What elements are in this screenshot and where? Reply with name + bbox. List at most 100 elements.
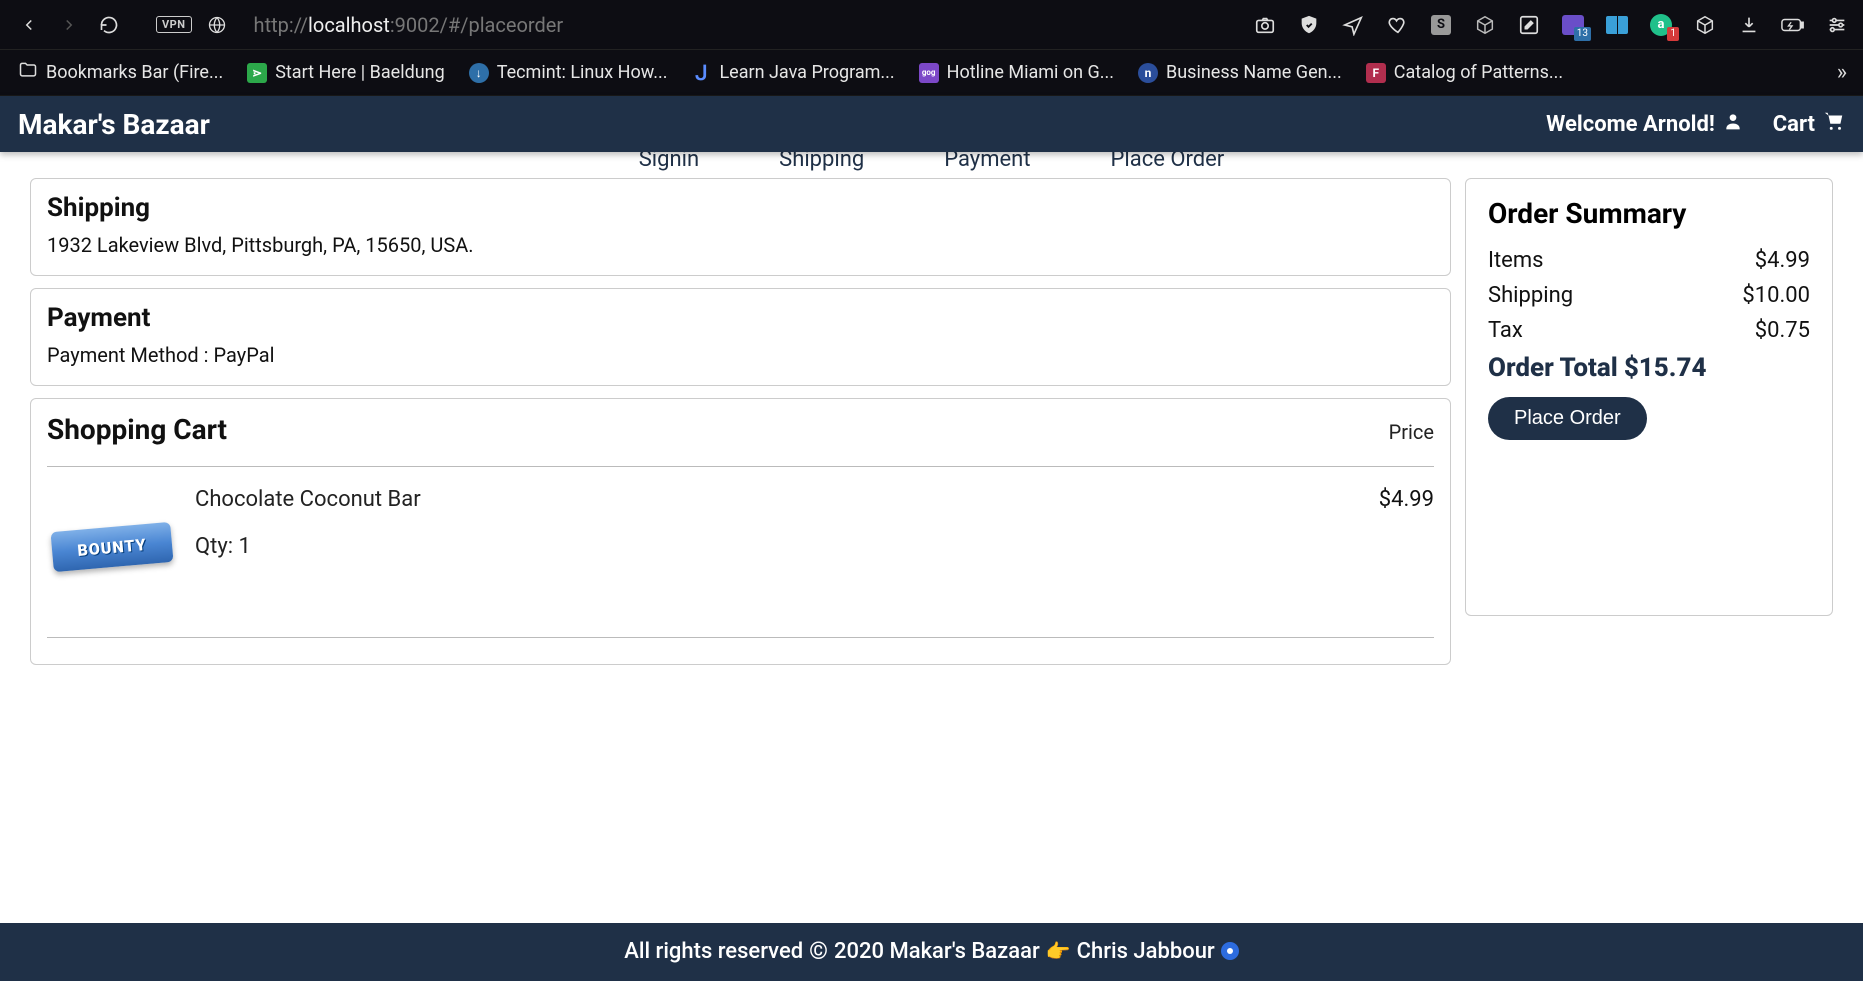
browser-toolbar-right: S 13 a1: [1253, 13, 1849, 37]
browser-address-bar: VPN http://localhost:9002/#/placeorder S…: [0, 0, 1863, 50]
order-summary-card: Order Summary Items $4.99 Shipping $10.0…: [1465, 178, 1833, 616]
favicon-icon: gog: [919, 63, 939, 83]
summary-items-row: Items $4.99: [1488, 248, 1810, 273]
url-path: /#/placeorder: [440, 13, 564, 37]
url-display[interactable]: http://localhost:9002/#/placeorder: [254, 13, 564, 37]
summary-total-row: Order Total $15.74: [1488, 353, 1810, 383]
favicon-icon: ⋗: [247, 63, 267, 83]
payment-method: Payment Method : PayPal: [47, 343, 1434, 367]
book-icon[interactable]: [1605, 13, 1629, 37]
payment-method-value: PayPal: [213, 343, 274, 367]
download-icon[interactable]: [1737, 13, 1761, 37]
bookmark-label: Hotline Miami on G...: [947, 62, 1114, 83]
bookmark-item[interactable]: F Catalog of Patterns...: [1366, 62, 1563, 83]
payment-method-label: Payment Method :: [47, 343, 213, 367]
payment-card: Payment Payment Method : PayPal: [30, 288, 1451, 386]
back-icon[interactable]: [14, 10, 44, 40]
ext-green-icon[interactable]: a1: [1649, 13, 1673, 37]
summary-items-label: Items: [1488, 248, 1544, 273]
payment-title: Payment: [47, 303, 1434, 333]
shipping-address: 1932 Lakeview Blvd, Pittsburgh, PA, 1565…: [47, 233, 1434, 257]
bookmarks-overflow-icon[interactable]: »: [1837, 60, 1845, 85]
bookmark-item[interactable]: ᒍ Learn Java Program...: [691, 62, 894, 83]
package-icon[interactable]: [1693, 13, 1717, 37]
brand-title[interactable]: Makar's Bazaar: [18, 108, 210, 141]
cart-item-row: BOUNTY Chocolate Coconut Bar Qty: 1 $4.9…: [47, 477, 1434, 638]
bookmark-label: Learn Java Program...: [719, 62, 894, 83]
favicon-icon: ᒍ: [691, 63, 711, 83]
product-price: $4.99: [1379, 487, 1434, 512]
ext-s-icon[interactable]: S: [1429, 13, 1453, 37]
forward-icon[interactable]: [54, 10, 84, 40]
bookmark-label: Tecmint: Linux How...: [497, 62, 668, 83]
cart-label: Cart: [1773, 112, 1815, 137]
summary-shipping-label: Shipping: [1488, 283, 1573, 308]
ext-cube-icon[interactable]: [1473, 13, 1497, 37]
qty-value: 1: [239, 534, 251, 559]
favicon-icon: ↓: [469, 63, 489, 83]
summary-total-label: Order Total: [1488, 353, 1618, 383]
bookmark-item[interactable]: ⋗ Start Here | Baeldung: [247, 62, 445, 83]
product-image: BOUNTY: [47, 487, 177, 607]
bookmarks-bar: Bookmarks Bar (Fire... ⋗ Start Here | Ba…: [0, 50, 1863, 96]
welcome-user[interactable]: Welcome Arnold!: [1546, 111, 1743, 137]
page-content: Signin Shipping Payment Place Order Ship…: [0, 152, 1863, 923]
app-footer: All rights reserved © 2020 Makar's Bazaa…: [0, 923, 1863, 981]
cart-link[interactable]: Cart: [1773, 110, 1845, 138]
bookmark-label: Start Here | Baeldung: [275, 62, 445, 83]
ext-purple-icon[interactable]: 13: [1561, 13, 1585, 37]
pointing-hand-icon: 👉: [1046, 939, 1071, 963]
url-host: localhost: [308, 13, 390, 37]
divider: [47, 466, 1434, 467]
bookmark-label: Catalog of Patterns...: [1394, 62, 1563, 83]
folder-icon: [18, 60, 38, 85]
step-signin[interactable]: Signin: [639, 152, 699, 172]
bookmark-item[interactable]: n Business Name Gen...: [1138, 62, 1342, 83]
bookmark-item[interactable]: Bookmarks Bar (Fire...: [18, 60, 223, 85]
cart-price-header: Price: [1389, 420, 1434, 444]
step-shipping[interactable]: Shipping: [779, 152, 864, 172]
step-payment[interactable]: Payment: [944, 152, 1030, 172]
spacer: [0, 685, 1863, 721]
bookmark-item[interactable]: ↓ Tecmint: Linux How...: [469, 62, 668, 83]
place-order-button[interactable]: Place Order: [1488, 397, 1647, 440]
reload-icon[interactable]: [94, 10, 124, 40]
summary-tax-row: Tax $0.75: [1488, 318, 1810, 343]
url-scheme: http://: [254, 13, 309, 37]
bounty-wrapper-icon: BOUNTY: [50, 522, 173, 572]
heart-icon[interactable]: [1385, 13, 1409, 37]
globe-icon[interactable]: [202, 10, 232, 40]
summary-shipping-row: Shipping $10.00: [1488, 283, 1810, 308]
edit-icon[interactable]: [1517, 13, 1541, 37]
cart-title: Shopping Cart: [47, 413, 227, 446]
qty-label: Qty:: [195, 534, 239, 559]
summary-tax-label: Tax: [1488, 318, 1523, 343]
product-qty: Qty: 1: [195, 534, 421, 559]
summary-shipping-value: $10.00: [1742, 283, 1810, 308]
summary-total-value: $15.74: [1624, 353, 1707, 383]
cart-card: Shopping Cart Price BOUNTY Chocolate Coc…: [30, 398, 1451, 665]
footer-year: 2020 Makar's Bazaar: [834, 939, 1040, 964]
app-navbar: Makar's Bazaar Welcome Arnold! Cart: [0, 96, 1863, 152]
summary-tax-value: $0.75: [1755, 318, 1810, 343]
bookmark-item[interactable]: gog Hotline Miami on G...: [919, 62, 1114, 83]
badge-13: 13: [1574, 27, 1591, 41]
badge-1: 1: [1667, 27, 1679, 41]
checkout-steps: Signin Shipping Payment Place Order: [0, 152, 1863, 178]
step-place-order[interactable]: Place Order: [1111, 152, 1225, 172]
bookmark-label: Business Name Gen...: [1166, 62, 1342, 83]
battery-icon[interactable]: [1781, 13, 1805, 37]
shield-check-icon[interactable]: [1297, 13, 1321, 37]
cart-icon: [1823, 110, 1845, 138]
welcome-text: Welcome Arnold!: [1546, 112, 1715, 137]
favicon-icon: F: [1366, 63, 1386, 83]
send-icon[interactable]: [1341, 13, 1365, 37]
vpn-badge[interactable]: VPN: [156, 16, 192, 33]
settings-sliders-icon[interactable]: [1825, 13, 1849, 37]
shipping-title: Shipping: [47, 193, 1434, 223]
camera-icon[interactable]: [1253, 13, 1277, 37]
shipping-card: Shipping 1932 Lakeview Blvd, Pittsburgh,…: [30, 178, 1451, 276]
user-icon: [1723, 111, 1743, 137]
summary-title: Order Summary: [1488, 197, 1810, 230]
product-name[interactable]: Chocolate Coconut Bar: [195, 487, 421, 512]
